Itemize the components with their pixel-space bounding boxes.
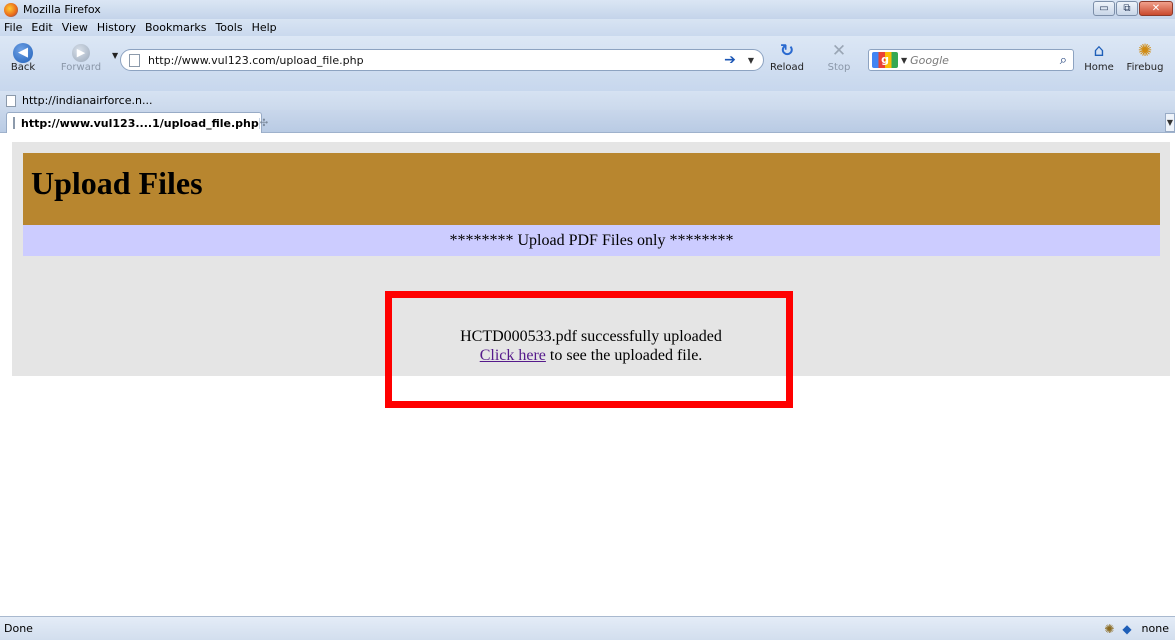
navigation-toolbar: ◀ Back ▶ Forward ▼ http://www.vul123.com… xyxy=(0,36,1175,91)
search-box[interactable]: g ▼ Google ⌕ xyxy=(868,49,1074,71)
go-arrow-icon[interactable]: ➔ xyxy=(724,52,736,68)
reload-label: Reload xyxy=(769,62,805,73)
restore-button[interactable]: ⧉ xyxy=(1116,1,1138,16)
forward-button[interactable]: ▶ Forward xyxy=(58,40,104,73)
tab-bar: http://www.vul123....1/upload_file.php ✣… xyxy=(0,110,1175,133)
url-input[interactable]: http://www.vul123.com/upload_file.php xyxy=(148,54,724,67)
status-right-text: none xyxy=(1141,622,1169,635)
menu-history[interactable]: History xyxy=(97,21,136,34)
home-label: Home xyxy=(1084,62,1114,73)
bookmark-item[interactable]: http://indianairforce.n... xyxy=(22,94,152,107)
home-icon: ⌂ xyxy=(1093,41,1105,61)
firebug-icon: ✺ xyxy=(1137,41,1153,61)
firefox-logo-icon xyxy=(4,2,18,17)
window-title: Mozilla Firefox xyxy=(23,3,101,16)
stop-label: Stop xyxy=(827,62,851,73)
menu-file[interactable]: File xyxy=(4,21,22,34)
menu-view[interactable]: View xyxy=(62,21,88,34)
close-window-button[interactable]: ✕ xyxy=(1139,1,1173,16)
header-band: Upload Files xyxy=(23,153,1160,225)
page-icon xyxy=(129,53,140,67)
firebug-label: Firebug xyxy=(1126,62,1164,73)
status-bar: Done ✺ ◆ none xyxy=(0,616,1175,640)
menu-bar: File Edit View History Bookmarks Tools H… xyxy=(0,19,1175,36)
forward-icon: ▶ xyxy=(72,44,90,62)
firebug-button[interactable]: ✺ Firebug xyxy=(1122,40,1168,73)
firebug-icon[interactable]: ✺ xyxy=(1104,622,1114,636)
minimize-button[interactable]: ▭ xyxy=(1093,1,1115,16)
search-input[interactable]: Google xyxy=(910,54,1060,67)
network-icon[interactable]: ◆ xyxy=(1122,622,1131,636)
tab-list-button[interactable]: ▼ xyxy=(1165,113,1175,132)
forward-label: Forward xyxy=(60,62,102,73)
reload-icon: ↻ xyxy=(779,41,795,61)
notice-band: ******** Upload PDF Files only ******** xyxy=(23,225,1160,256)
back-icon: ◀ xyxy=(13,43,33,63)
google-logo-icon[interactable]: g xyxy=(872,52,898,68)
back-button[interactable]: ◀ Back xyxy=(10,40,36,73)
history-dropdown-icon[interactable]: ▼ xyxy=(112,51,118,60)
menu-edit[interactable]: Edit xyxy=(31,21,52,34)
url-bar[interactable]: http://www.vul123.com/upload_file.php ➔ … xyxy=(120,49,764,71)
home-button[interactable]: ⌂ Home xyxy=(1082,40,1116,73)
menu-tools[interactable]: Tools xyxy=(215,21,242,34)
stop-button[interactable]: ✕ Stop xyxy=(826,40,852,73)
url-dropdown-icon[interactable]: ▼ xyxy=(748,56,754,65)
stop-icon: ✕ xyxy=(831,41,847,61)
page-content: Upload Files ******** Upload PDF Files o… xyxy=(0,134,1175,616)
page-icon xyxy=(6,94,16,107)
back-label: Back xyxy=(10,62,36,73)
bookmarks-bar: http://indianairforce.n... xyxy=(0,91,1175,110)
menu-help[interactable]: Help xyxy=(252,21,277,34)
title-bar: Mozilla Firefox ▭ ⧉ ✕ xyxy=(0,0,1175,19)
reload-button[interactable]: ↻ Reload xyxy=(769,40,805,73)
search-engine-dropdown-icon[interactable]: ▼ xyxy=(901,56,907,65)
page-icon xyxy=(13,117,15,129)
page-title: Upload Files xyxy=(31,165,203,201)
status-text: Done xyxy=(4,622,33,635)
new-tab-icon[interactable]: ✣ xyxy=(258,117,268,129)
window-controls: ▭ ⧉ ✕ xyxy=(1093,1,1173,16)
tab-upload-file[interactable]: http://www.vul123....1/upload_file.php ✣ xyxy=(6,112,268,133)
tab-label: http://www.vul123....1/upload_file.php xyxy=(21,116,259,130)
search-icon[interactable]: ⌕ xyxy=(1060,53,1067,68)
menu-bookmarks[interactable]: Bookmarks xyxy=(145,21,206,34)
highlight-box xyxy=(385,291,793,408)
